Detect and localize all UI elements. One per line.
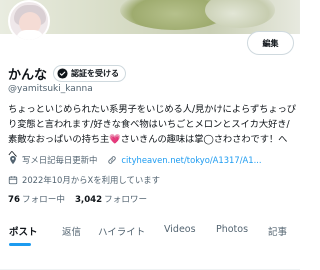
bio: ちょっといじめられたい系男子をいじめる人/見かけによらずちょっぴり変態と言われま… [8, 102, 296, 162]
banner-image-highlight [205, 0, 275, 28]
joined-row: 2022年10月からXを利用しています [8, 174, 160, 186]
heart-emoji: 💗 [109, 134, 121, 145]
link-icon [108, 156, 117, 164]
tab-articles[interactable]: 記事 [268, 224, 287, 238]
tab-posts[interactable]: ポスト [9, 224, 38, 238]
tab-replies[interactable]: 返信 [62, 224, 81, 238]
edit-profile-button[interactable]: 編集 [247, 31, 294, 55]
profile-tabs: ポスト 返信 ハイライト Videos Photos 記事 [0, 210, 300, 270]
location-text: 写メ日記毎日更新中 [22, 155, 98, 165]
verified-check-icon [57, 68, 68, 79]
get-verified-button[interactable]: 認証を受ける [53, 65, 127, 82]
followers-count: 3,042 [74, 195, 103, 205]
get-verified-label: 認証を受ける [71, 69, 120, 78]
following-count: 76 [8, 195, 20, 205]
tab-videos[interactable]: Videos [164, 224, 196, 235]
joined-text: 2022年10月からXを利用しています [22, 175, 160, 185]
following-label: フォロー中 [21, 195, 65, 205]
tab-photos[interactable]: Photos [216, 224, 248, 235]
tab-highlights[interactable]: ハイライト [98, 224, 145, 238]
profile-meta-row: 写メ日記毎日更新中 cityheaven.net/tokyo/A1317/A1.… [8, 154, 262, 166]
website-link[interactable]: cityheaven.net/tokyo/A1317/A1... [121, 155, 261, 165]
avatar[interactable] [8, 0, 50, 42]
avatar-body [16, 30, 44, 40]
display-name: かんな [8, 68, 48, 83]
calendar-icon [8, 176, 18, 185]
location-pin-icon [10, 155, 16, 165]
handle: @yamitsuki_kanna [8, 84, 93, 94]
followers-stat[interactable]: 3,042 フォロワー [75, 193, 147, 205]
followers-label: フォロワー [104, 195, 148, 205]
following-stat[interactable]: 76 フォロー中 [8, 193, 65, 205]
active-tab-indicator [9, 243, 31, 246]
name-row: かんな 認証を受ける [8, 64, 127, 83]
follow-stats: 76 フォロー中 3,042 フォロワー [8, 193, 147, 205]
